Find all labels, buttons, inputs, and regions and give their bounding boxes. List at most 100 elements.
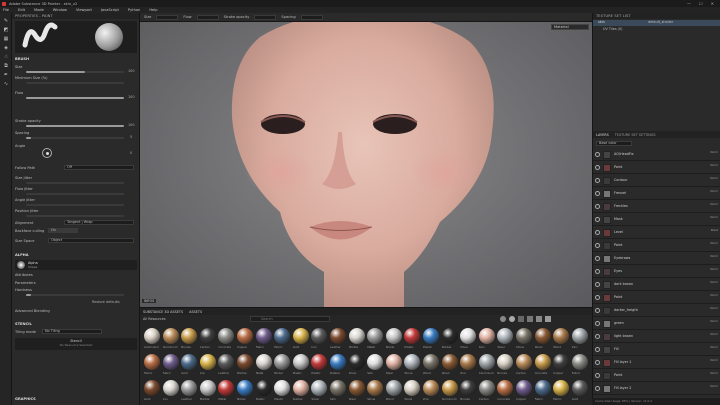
material-thumbnail[interactable] xyxy=(348,354,365,370)
shelf-search-input[interactable]: Search xyxy=(250,316,330,322)
material-thumbnail[interactable] xyxy=(255,354,272,370)
size-space-dropdown[interactable]: Object xyxy=(48,238,134,243)
material-thumbnail[interactable] xyxy=(404,380,421,396)
layer-row[interactable]: Fresnel Norm xyxy=(593,188,720,200)
material-thumbnail[interactable] xyxy=(534,354,551,370)
material-thumbnail[interactable] xyxy=(330,354,346,370)
material-thumbnail[interactable] xyxy=(162,354,179,370)
angle-value[interactable]: 0 xyxy=(130,151,132,155)
material-thumbnail[interactable] xyxy=(274,328,291,344)
layer-row[interactable]: Eyes Norm xyxy=(593,266,720,278)
toolbar-spacing-field[interactable] xyxy=(300,14,323,20)
material-thumbnail[interactable] xyxy=(274,354,291,370)
material-thumbnail[interactable] xyxy=(423,354,439,370)
size-slider[interactable] xyxy=(26,71,124,73)
layer-row[interactable]: Level Passt xyxy=(593,227,720,239)
material-thumbnail[interactable] xyxy=(330,328,346,344)
material-thumbnail[interactable] xyxy=(292,380,309,396)
flow-slider[interactable] xyxy=(26,97,124,99)
attributes-label[interactable]: Attributes xyxy=(15,273,33,277)
visibility-eye-icon[interactable] xyxy=(595,334,600,339)
flow-value[interactable]: 100 xyxy=(128,95,134,99)
layer-blend-mode[interactable]: Norm xyxy=(710,267,718,271)
visibility-eye-icon[interactable] xyxy=(595,269,600,274)
visibility-eye-icon[interactable] xyxy=(595,217,600,222)
material-thumbnail[interactable] xyxy=(199,354,216,370)
material-thumbnail[interactable] xyxy=(385,380,402,396)
visibility-eye-icon[interactable] xyxy=(595,243,600,248)
material-thumbnail[interactable] xyxy=(255,380,272,396)
layer-row[interactable]: darker_freight Norm xyxy=(593,305,720,317)
stroke-opacity-value[interactable]: 100 xyxy=(128,123,134,127)
layer-blend-mode[interactable]: Norm xyxy=(710,215,718,219)
visibility-eye-icon[interactable] xyxy=(595,347,600,352)
material-thumbnail[interactable] xyxy=(571,380,588,396)
material-thumbnail[interactable] xyxy=(516,380,532,396)
material-thumbnail[interactable] xyxy=(516,328,532,344)
filter-filters-icon[interactable] xyxy=(545,316,551,322)
layer-blend-mode[interactable]: Norm xyxy=(710,202,718,206)
layer-blend-mode[interactable]: Norm xyxy=(710,280,718,284)
visibility-eye-icon[interactable] xyxy=(595,295,600,300)
layer-blend-mode[interactable]: Norm xyxy=(710,345,718,349)
material-thumbnail[interactable] xyxy=(497,328,514,344)
layer-row[interactable]: dark brown Norm xyxy=(593,279,720,291)
flow-jitter-slider[interactable] xyxy=(26,193,124,195)
shelf-tab-substance-assets[interactable]: SUBSTANCE 3D ASSETS xyxy=(143,310,183,314)
visibility-eye-icon[interactable] xyxy=(595,282,600,287)
layer-blend-mode[interactable]: Norm xyxy=(710,189,718,193)
menu-file[interactable]: File xyxy=(3,8,9,12)
material-thumbnail[interactable] xyxy=(311,354,328,370)
filter-materials-icon[interactable] xyxy=(500,316,506,322)
menu-edit[interactable]: Edit xyxy=(18,8,25,12)
maximize-icon[interactable]: ☐ xyxy=(699,1,703,6)
material-thumbnail[interactable] xyxy=(571,328,588,344)
advanced-blending-label[interactable]: Advanced Blending xyxy=(15,309,50,313)
menu-javascript[interactable]: JavaScript xyxy=(101,8,119,12)
angle-dial[interactable] xyxy=(42,148,52,158)
material-thumbnail[interactable] xyxy=(423,328,439,344)
visibility-eye-icon[interactable] xyxy=(595,165,600,170)
layer-row[interactable]: green Norm xyxy=(593,318,720,330)
layer-row[interactable]: Paint Norm xyxy=(593,370,720,382)
material-thumbnail[interactable] xyxy=(497,354,514,370)
toolbar-size-field[interactable] xyxy=(156,14,179,20)
material-thumbnail[interactable] xyxy=(162,380,179,396)
angle-jitter-slider[interactable] xyxy=(26,204,124,206)
material-thumbnail[interactable] xyxy=(460,354,477,370)
visibility-eye-icon[interactable] xyxy=(595,230,600,235)
viewport-infos-label[interactable]: INFOS xyxy=(142,299,157,303)
visibility-eye-icon[interactable] xyxy=(595,386,600,391)
material-thumbnail[interactable] xyxy=(385,354,402,370)
follow-path-toggle[interactable]: Off xyxy=(64,165,134,170)
toolbar-flow-field[interactable] xyxy=(196,14,219,20)
layer-row[interactable]: Fill Norm xyxy=(593,344,720,356)
path-icon[interactable]: ∿ xyxy=(2,80,10,87)
alignment-dropdown[interactable]: Tangent | Wrap xyxy=(64,220,134,225)
material-thumbnail[interactable] xyxy=(367,380,384,396)
material-thumbnail[interactable] xyxy=(348,328,365,344)
layer-blend-mode[interactable]: Norm xyxy=(710,163,718,167)
material-thumbnail[interactable] xyxy=(181,354,198,370)
shelf-filter[interactable]: All Resources xyxy=(143,317,166,321)
eraser-icon[interactable]: ◩ xyxy=(2,26,10,33)
stencil-slot[interactable]: Stencil No Resource Selected xyxy=(15,338,137,350)
material-thumbnail[interactable] xyxy=(534,328,551,344)
toolbar-stroke-opacity-field[interactable] xyxy=(254,14,277,20)
visibility-eye-icon[interactable] xyxy=(595,178,600,183)
material-thumbnail[interactable] xyxy=(460,328,477,344)
size-value[interactable]: 100 xyxy=(128,69,134,73)
material-thumbnail[interactable] xyxy=(367,328,384,344)
minimize-icon[interactable]: — xyxy=(687,1,691,6)
layer-row[interactable]: Paint Norm xyxy=(593,162,720,174)
texture-set-item[interactable]: skin default_shader xyxy=(593,20,720,26)
material-thumbnail[interactable] xyxy=(404,328,421,344)
geometry-fill-icon[interactable]: ◈ xyxy=(2,44,10,51)
menu-help[interactable]: Help xyxy=(149,8,157,12)
layer-blend-mode[interactable]: Passt xyxy=(711,228,718,232)
layer-blend-mode[interactable]: Norm xyxy=(710,176,718,180)
viewport-mode-dropdown[interactable]: Material xyxy=(551,24,589,30)
material-thumbnail[interactable] xyxy=(441,328,458,344)
layer-channel-dropdown[interactable]: Base color xyxy=(596,141,632,146)
layer-blend-mode[interactable]: Norm xyxy=(710,371,718,375)
